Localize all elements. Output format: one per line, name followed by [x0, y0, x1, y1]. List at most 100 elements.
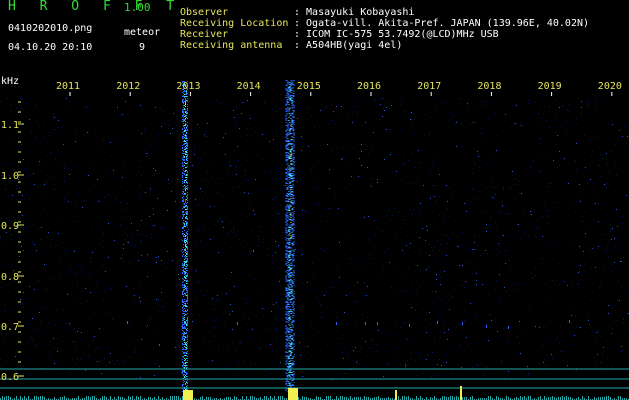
- meteor-pixel: [289, 177, 291, 178]
- noise-dot: [81, 201, 82, 202]
- noise-dot: [60, 275, 61, 276]
- noise-dot: [163, 215, 164, 216]
- noise-dot: [535, 111, 536, 112]
- noise-dot: [521, 330, 522, 331]
- noise-dot: [169, 372, 170, 373]
- noise-dot: [40, 196, 41, 197]
- noise-dot: [114, 363, 115, 364]
- noise-dot: [48, 323, 49, 324]
- meteor-pixel: [292, 326, 294, 327]
- noise-dot: [173, 336, 174, 337]
- noise-dot: [276, 322, 277, 323]
- noise-dot: [333, 169, 334, 170]
- meteor-pixel: [184, 323, 185, 324]
- noise-dot: [494, 113, 495, 114]
- noise-dot: [562, 105, 563, 106]
- noise-dot: [612, 229, 613, 230]
- meteor-pixel: [186, 127, 187, 128]
- noise-dot: [329, 169, 330, 170]
- meteor-pixel: [187, 247, 188, 248]
- noise-dot: [223, 348, 224, 349]
- noise-dot: [489, 226, 490, 227]
- noise-dot: [171, 373, 172, 374]
- meteor-pixel: [187, 353, 188, 354]
- noise-dot: [612, 264, 613, 265]
- noise-dot: [411, 307, 412, 308]
- meteor-pixel: [289, 376, 291, 377]
- meteor-pixel: [187, 202, 188, 203]
- meteor-pixel: [185, 246, 186, 247]
- noise-dot: [439, 174, 440, 175]
- meteor-pixel: [292, 320, 294, 321]
- meteor-pixel: [291, 344, 293, 345]
- meteor-pixel: [292, 137, 294, 138]
- meteor-pixel: [184, 315, 185, 316]
- noise-dot: [215, 309, 216, 310]
- noise-dot: [417, 180, 418, 181]
- noise-dot: [622, 337, 623, 338]
- noise-dot: [393, 353, 394, 354]
- meteor-pixel: [291, 164, 293, 165]
- meteor-pixel: [182, 227, 183, 228]
- noise-dot: [251, 231, 252, 232]
- noise-dot: [346, 364, 347, 365]
- meteor-pixel: [286, 263, 288, 264]
- meteor-pixel: [289, 273, 291, 274]
- meteor-pixel: [286, 335, 288, 336]
- noise-dot: [189, 211, 190, 212]
- meteor-pixel: [187, 264, 188, 265]
- meteor-pixel: [292, 306, 294, 307]
- meteor-pixel: [287, 385, 289, 386]
- meteor-pixel: [186, 246, 187, 247]
- meteor-pixel: [289, 372, 291, 373]
- noise-dot: [604, 184, 605, 185]
- meteor-pixel: [285, 250, 287, 251]
- noise-dot: [24, 141, 25, 142]
- noise-dot: [194, 375, 195, 376]
- noise-dot: [394, 348, 395, 349]
- meteor-dot: [365, 322, 366, 325]
- meteor-pixel: [185, 349, 186, 350]
- meteor-pixel: [183, 226, 184, 227]
- noise-dot: [341, 159, 342, 160]
- noise-dot: [420, 350, 421, 351]
- noise-dot: [374, 313, 375, 314]
- noise-dot: [597, 308, 598, 309]
- noise-dot: [547, 364, 548, 365]
- meteor-pixel: [288, 342, 290, 343]
- meteor-pixel: [286, 176, 288, 177]
- meteor-pixel: [290, 344, 292, 345]
- meteor-pixel: [290, 191, 292, 192]
- noise-dot: [30, 375, 31, 376]
- noise-dot: [549, 106, 550, 107]
- info-value-antenna: : A504HB(yagi 4el): [294, 40, 403, 51]
- meteor-pixel: [287, 145, 289, 146]
- meteor-pixel: [183, 191, 184, 192]
- meteor-pixel: [292, 275, 294, 276]
- meteor-pixel: [187, 108, 188, 109]
- noise-dot: [554, 270, 555, 271]
- noise-dot: [226, 293, 227, 294]
- noise-dot: [350, 263, 351, 264]
- noise-dot: [579, 184, 580, 185]
- meteor-pixel: [186, 372, 187, 373]
- meteor-pixel: [287, 262, 289, 263]
- noise-dot: [524, 276, 525, 277]
- noise-dot: [476, 364, 477, 365]
- noise-dot: [201, 291, 202, 292]
- noise-dot: [371, 145, 372, 146]
- meteor-pixel: [285, 227, 287, 228]
- meteor-pixel: [291, 103, 293, 104]
- noise-dot: [492, 373, 493, 374]
- noise-dot: [540, 316, 541, 317]
- meteor-pixel: [291, 107, 293, 108]
- meteor-pixel: [183, 223, 184, 224]
- meteor-pixel: [286, 149, 288, 150]
- noise-dot: [560, 326, 561, 327]
- noise-dot: [544, 202, 545, 203]
- meteor-pixel: [290, 276, 292, 277]
- meteor-pixel: [287, 304, 289, 305]
- noise-dot: [579, 196, 580, 197]
- noise-dot: [380, 282, 381, 283]
- meteor-pixel: [182, 132, 183, 133]
